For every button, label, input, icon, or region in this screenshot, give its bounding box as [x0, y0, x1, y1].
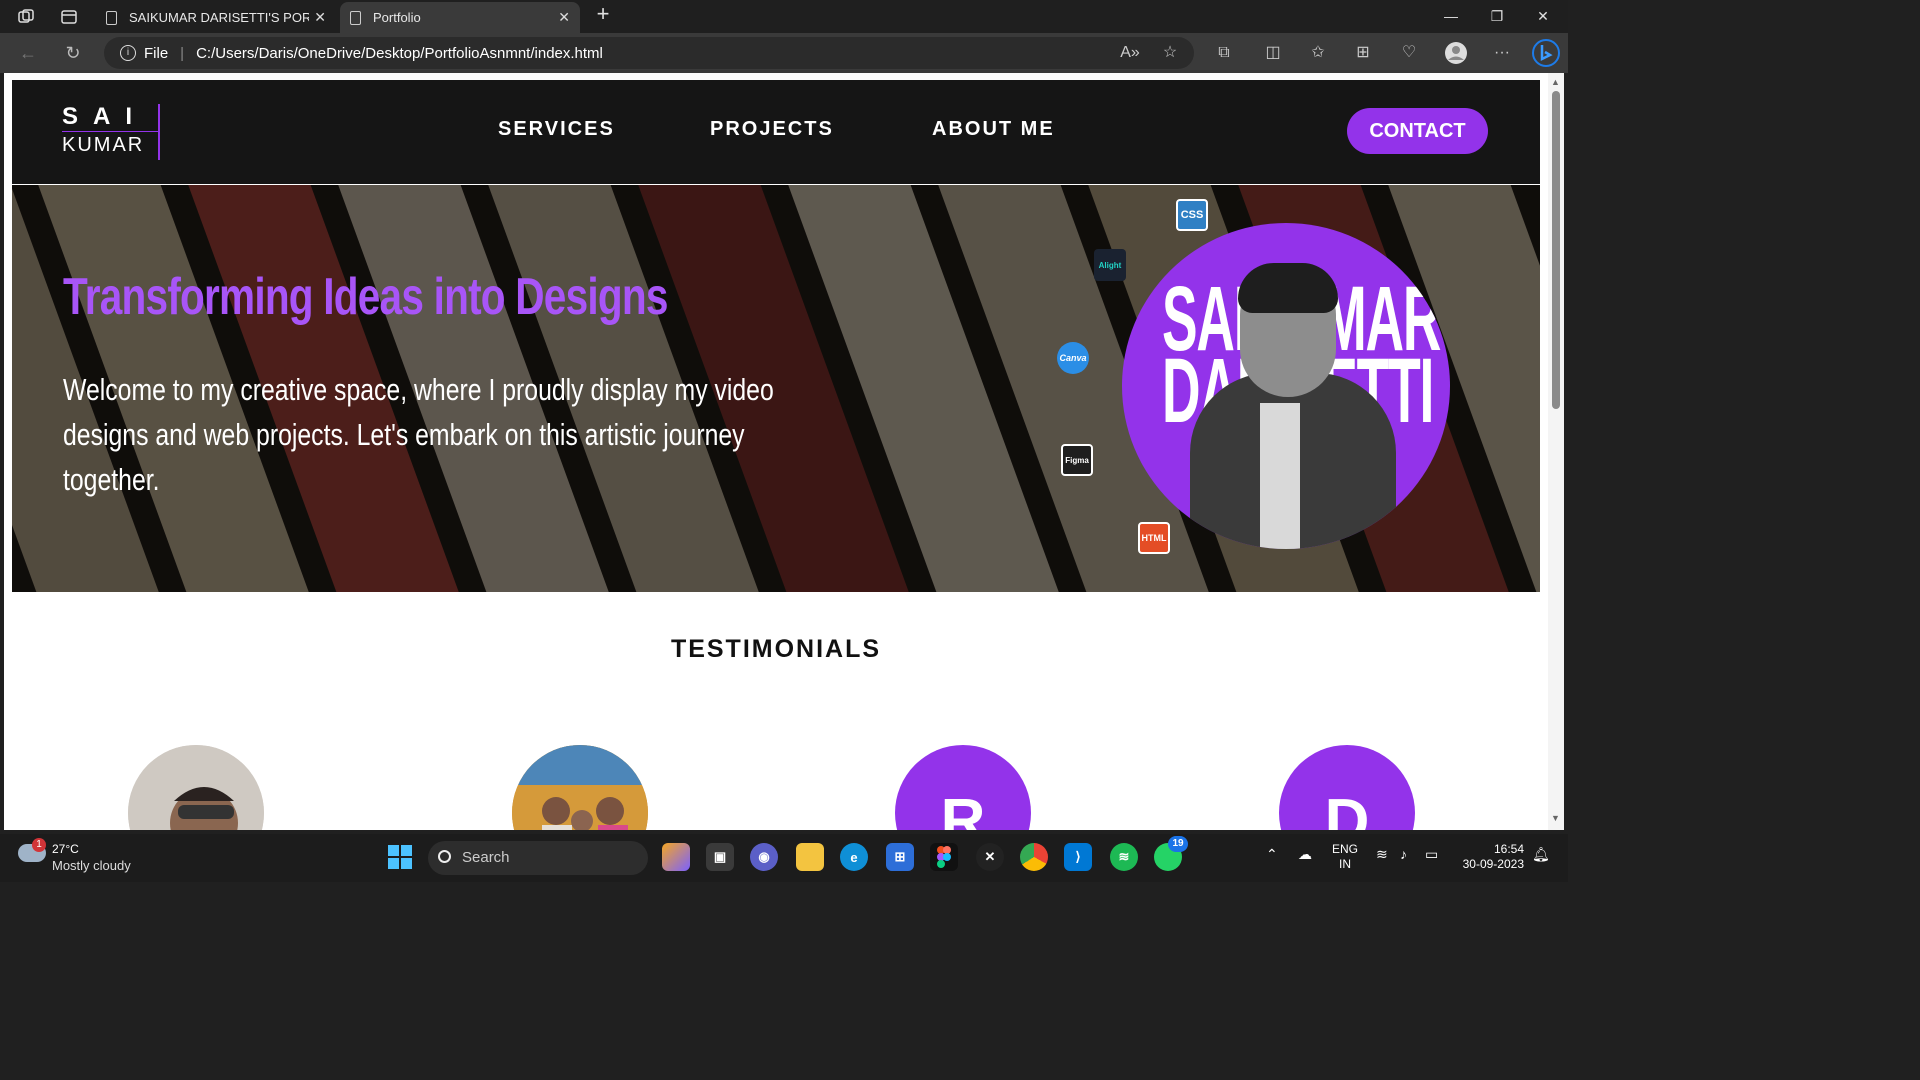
- battery-icon[interactable]: ▭: [1425, 846, 1438, 863]
- taskbar-search[interactable]: Search: [428, 841, 648, 875]
- whatsapp-badge: 19: [1168, 836, 1188, 852]
- tab-portfolio[interactable]: Portfolio ✕: [340, 2, 580, 33]
- collections-icon[interactable]: ⊞: [1351, 41, 1375, 65]
- site-header: SAI KUMAR SERVICES PROJECTS ABOUT ME CON…: [12, 80, 1540, 184]
- address-bar-row: ← ↻ i File | C:/Users/Daris/OneDrive/Des…: [0, 33, 1568, 73]
- wifi-icon[interactable]: ≋: [1376, 846, 1388, 863]
- page-viewport: SAI KUMAR SERVICES PROJECTS ABOUT ME CON…: [4, 73, 1548, 830]
- portrait-hair: [1238, 263, 1338, 313]
- url-separator: |: [180, 44, 185, 62]
- hero-title: Transforming Ideas into Designs: [63, 268, 668, 326]
- nav-about-me[interactable]: ABOUT ME: [932, 118, 1055, 141]
- scroll-thumb[interactable]: [1552, 91, 1560, 409]
- file-explorer-icon[interactable]: [796, 843, 824, 871]
- contact-button[interactable]: CONTACT: [1347, 108, 1488, 154]
- testimonial-avatar-r: R: [895, 745, 1031, 830]
- browser-essentials-icon[interactable]: ♡: [1397, 41, 1421, 65]
- copilot-preview-app-icon[interactable]: [662, 843, 690, 871]
- address-bar[interactable]: i File | C:/Users/Daris/OneDrive/Desktop…: [104, 37, 1194, 69]
- onedrive-cloud-icon[interactable]: ☁: [1298, 846, 1312, 863]
- profile-avatar-icon[interactable]: [1444, 41, 1468, 65]
- tab-actions-icon[interactable]: [58, 6, 80, 28]
- copilot-icon[interactable]: [1532, 39, 1560, 67]
- hero-section: Transforming Ideas into Designs Welcome …: [12, 185, 1540, 592]
- more-menu-icon[interactable]: ···: [1490, 41, 1514, 65]
- weather-alert-badge: 1: [32, 838, 46, 852]
- browser-tab-bar: SAIKUMAR DARISETTI'S PORTFO ✕ Portfolio …: [0, 0, 1568, 33]
- close-tab-icon[interactable]: ✕: [558, 9, 570, 26]
- capcut-icon[interactable]: ✕: [976, 843, 1004, 871]
- canva-badge-icon: Canva: [1057, 342, 1089, 374]
- new-tab-button[interactable]: +: [588, 3, 618, 25]
- region-code: IN: [1339, 857, 1351, 871]
- temperature-text: 27°C: [52, 842, 79, 856]
- close-window-button[interactable]: ✕: [1528, 5, 1558, 27]
- spotify-icon[interactable]: ≋: [1110, 843, 1138, 871]
- favorites-icon[interactable]: ✩: [1306, 41, 1330, 65]
- restore-button[interactable]: ❐: [1482, 5, 1512, 27]
- testimonial-avatar-d: D: [1279, 745, 1415, 830]
- person-photo-icon: [128, 745, 264, 830]
- alight-badge-icon: Alight: [1094, 249, 1126, 281]
- hero-subtitle: Welcome to my creative space, where I pr…: [63, 372, 774, 497]
- weather-condition-text: Mostly cloudy: [52, 858, 131, 873]
- favorite-star-icon[interactable]: ☆: [1158, 41, 1182, 65]
- microsoft-store-icon[interactable]: ⊞: [886, 843, 914, 871]
- testimonial-avatar-photo: [512, 745, 648, 830]
- logo-bottom-text: KUMAR: [62, 134, 145, 156]
- split-screen-icon[interactable]: ◫: [1261, 41, 1285, 65]
- language-code: ENG: [1332, 842, 1359, 856]
- css-badge-icon: CSS: [1176, 199, 1208, 231]
- extensions-icon[interactable]: ⧉: [1212, 41, 1236, 65]
- search-icon: [438, 850, 451, 863]
- url-scheme: File: [144, 44, 169, 62]
- scroll-down-icon[interactable]: ▼: [1551, 813, 1560, 823]
- nav-services[interactable]: SERVICES: [498, 118, 615, 141]
- info-icon[interactable]: i: [120, 45, 136, 61]
- search-label: Search: [462, 849, 510, 866]
- scroll-up-icon[interactable]: ▲: [1551, 77, 1560, 87]
- close-tab-icon[interactable]: ✕: [314, 9, 326, 26]
- language-indicator[interactable]: ENG IN: [1332, 842, 1358, 872]
- clock-date: 30-09-2023: [1462, 857, 1524, 871]
- site-logo[interactable]: SAI KUMAR: [62, 104, 160, 160]
- clock-time: 16:54: [1493, 842, 1524, 856]
- figma-app-icon[interactable]: [930, 843, 958, 871]
- teams-chat-icon[interactable]: ◉: [750, 843, 778, 871]
- family-photo-icon: [512, 745, 648, 830]
- refresh-icon[interactable]: ↻: [61, 41, 85, 65]
- tab-label: Portfolio: [373, 10, 421, 25]
- taskbar: 1 27°C Mostly cloudy Search ▣ ◉ e ⊞ ✕ ⟩ …: [0, 834, 1568, 882]
- html-badge-icon: HTML: [1138, 522, 1170, 554]
- clock[interactable]: 16:54 30-09-2023: [1456, 842, 1524, 872]
- notification-bell-icon[interactable]: 🔔︎: [1532, 846, 1550, 863]
- page-scrollbar[interactable]: ▲ ▼: [1548, 73, 1564, 830]
- tab-saikumar[interactable]: SAIKUMAR DARISETTI'S PORTFO ✕: [96, 2, 336, 33]
- portrait-shirt: [1260, 403, 1300, 549]
- workspaces-icon[interactable]: [15, 6, 37, 28]
- page-icon: [106, 10, 117, 25]
- minimize-button[interactable]: —: [1436, 5, 1466, 27]
- whatsapp-icon[interactable]: 19: [1154, 836, 1188, 871]
- vscode-icon[interactable]: ⟩: [1064, 843, 1092, 871]
- figma-badge-icon: Figma: [1061, 444, 1093, 476]
- show-hidden-icons-chevron-icon[interactable]: ⌃: [1266, 846, 1278, 863]
- volume-icon[interactable]: ♪: [1400, 846, 1407, 862]
- nav-projects[interactable]: PROJECTS: [710, 118, 834, 141]
- testimonials-heading: TESTIMONIALS: [670, 635, 882, 663]
- page-icon: [350, 10, 361, 25]
- edge-browser-icon[interactable]: e: [840, 843, 868, 871]
- profile-portrait: SAIKUMAR DARISETTI: [1122, 223, 1450, 549]
- read-aloud-icon[interactable]: A»: [1118, 41, 1142, 65]
- url-text[interactable]: C:/Users/Daris/OneDrive/Desktop/Portfoli…: [196, 45, 603, 62]
- back-arrow-icon[interactable]: ←: [16, 41, 40, 65]
- tab-label: SAIKUMAR DARISETTI'S PORTFO: [129, 10, 309, 25]
- start-icon[interactable]: [386, 843, 414, 871]
- logo-top-text: SAI: [62, 103, 148, 130]
- testimonial-avatar-photo: [128, 745, 264, 830]
- chrome-icon[interactable]: [1020, 843, 1048, 871]
- logo-divider: [62, 131, 158, 132]
- task-view-icon[interactable]: ▣: [706, 843, 734, 871]
